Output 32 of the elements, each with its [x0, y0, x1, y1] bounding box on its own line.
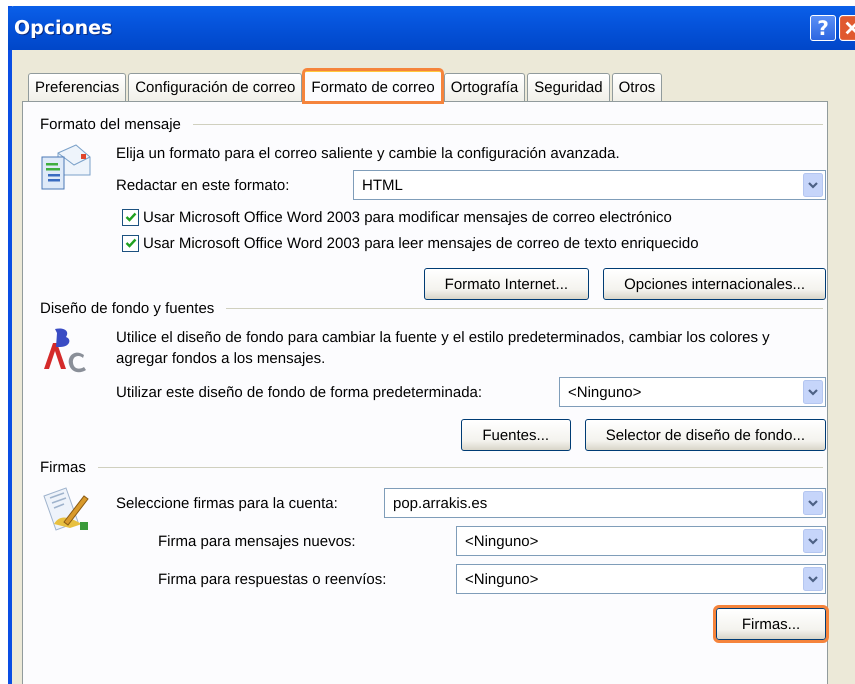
dropdown[interactable]: HTML [353, 170, 826, 200]
description-text: Elija un formato para el correo saliente y cambie la configuración avanzada. [116, 144, 621, 164]
dialog-button[interactable]: Firmas... [716, 608, 826, 640]
field-label: Firma para mensajes nuevos: [158, 532, 357, 550]
section-heading: Diseño de fondo y fuentes [40, 300, 214, 317]
dropdown[interactable]: <Ninguno> [456, 526, 826, 556]
tab[interactable]: Otros [612, 73, 662, 101]
description-text: Utilice el diseño de fondo para cambiar la fuente y el estilo predeterminados, cambiar los colores y agregar fondos a los mensajes. [116, 328, 771, 369]
dialog-button[interactable]: Formato Internet... [424, 268, 590, 300]
window-title: Opciones [14, 17, 112, 39]
checkbox-label: Usar Microsoft Office Word 2003 para modificar mensajes de correo electrónico [143, 208, 672, 226]
field-label: Seleccione firmas para la cuenta: [116, 494, 339, 512]
field-label: Firma para respuestas o reenvíos: [158, 570, 388, 588]
checkbox-label: Usar Microsoft Office Word 2003 para leer mensajes de correo de texto enriquecido [143, 234, 699, 252]
dialog-button[interactable]: Opciones internacionales... [603, 268, 826, 300]
help-button[interactable]: ? [810, 15, 836, 41]
tab[interactable]: Ortografía [444, 73, 526, 101]
dropdown[interactable]: <Ninguno> [559, 377, 826, 407]
checkbox[interactable] [122, 234, 139, 252]
dialog-button[interactable]: Selector de diseño de fondo... [584, 419, 826, 451]
tab[interactable]: Preferencias [28, 73, 126, 101]
checkbox[interactable] [122, 208, 139, 226]
dropdown[interactable]: <Ninguno> [456, 564, 826, 594]
field-label: Redactar en este formato: [116, 176, 290, 194]
tab[interactable]: Configuración de correo [128, 73, 302, 101]
field-label: Utilizar este diseño de fondo de forma predeterminada: [116, 384, 484, 400]
tab[interactable]: Seguridad [527, 73, 610, 101]
dialog-button[interactable]: Fuentes... [460, 419, 571, 451]
dropdown[interactable]: pop.arrakis.es [384, 488, 826, 518]
tab[interactable]: Formato de correo [304, 70, 442, 102]
section-heading: Formato del mensaje [40, 116, 181, 133]
section-heading: Firmas [40, 459, 86, 476]
